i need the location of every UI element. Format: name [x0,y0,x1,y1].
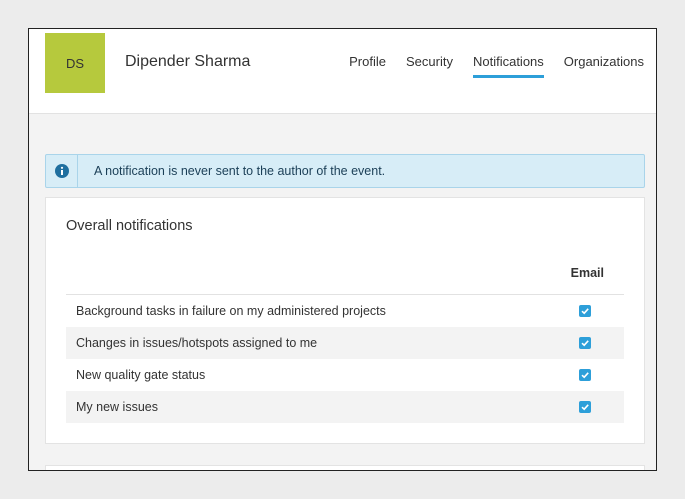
row-label: New quality gate status [76,368,206,382]
info-icon [46,155,78,187]
row-label: Changes in issues/hotspots assigned to m… [76,336,318,350]
check-icon [581,404,589,411]
notifications-table: Background tasks in failure on my admini… [66,294,624,423]
check-icon [581,340,589,347]
email-checkbox[interactable] [579,369,591,381]
section-title: Overall notifications [66,218,193,234]
overall-notifications-card: Overall notifications Email Background t… [45,197,645,444]
user-name: Dipender Sharma [125,53,251,70]
check-icon [581,308,589,315]
row-label: My new issues [76,400,158,414]
check-icon [581,372,589,379]
email-column-header: Email [570,266,604,280]
info-banner: A notification is never sent to the auth… [45,154,645,188]
account-nav: Profile Security Notifications Organizat… [349,54,644,78]
table-row: Changes in issues/hotspots assigned to m… [66,327,624,359]
tab-organizations[interactable]: Organizations [564,54,644,78]
tab-security[interactable]: Security [406,54,453,78]
email-checkbox[interactable] [579,401,591,413]
account-header: DS Dipender Sharma Profile Security Noti… [29,29,656,114]
info-banner-text: A notification is never sent to the auth… [94,164,386,178]
table-row: My new issues [66,391,624,423]
table-row: New quality gate status [66,359,624,391]
email-checkbox[interactable] [579,337,591,349]
avatar: DS [45,33,105,93]
email-checkbox[interactable] [579,305,591,317]
tab-notifications[interactable]: Notifications [472,54,544,78]
account-window: DS Dipender Sharma Profile Security Noti… [28,28,657,471]
row-label: Background tasks in failure on my admini… [76,304,386,318]
table-row: Background tasks in failure on my admini… [66,295,624,327]
next-section-card [45,465,645,470]
tab-profile[interactable]: Profile [349,54,386,78]
